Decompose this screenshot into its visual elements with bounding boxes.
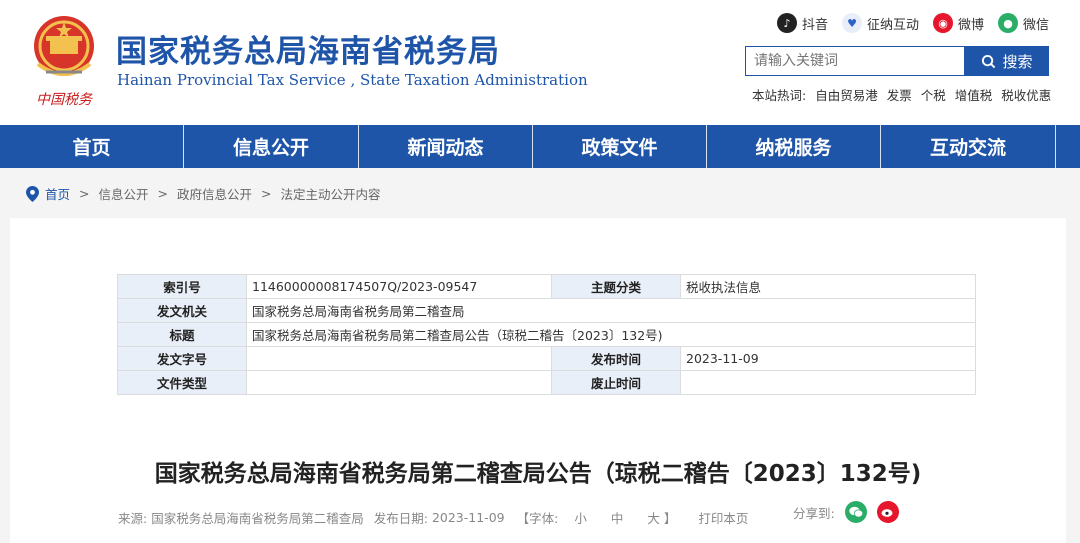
date-value: 2023-11-09	[431, 510, 505, 525]
breadcrumb: 首页 > 信息公开 > 政府信息公开 > 法定主动公开内容	[26, 184, 381, 203]
share-bar: 分享到:	[793, 501, 899, 523]
nav-item-policy[interactable]: 政策文件	[533, 125, 707, 168]
table-row: 标题 国家税务总局海南省税务局第二稽查局公告（琼税二稽告〔2023〕132号)	[117, 322, 976, 347]
font-size-small-button[interactable]: 小	[574, 508, 587, 527]
meta-value: 税收执法信息	[680, 274, 976, 299]
weibo-icon: ◉	[933, 13, 953, 33]
meta-key: 发布时间	[551, 346, 681, 371]
meta-value: 国家税务总局海南省税务局第二稽查局公告（琼税二稽告〔2023〕132号)	[246, 322, 976, 347]
weibo-icon	[881, 509, 893, 517]
table-row: 发文机关 国家税务总局海南省税务局第二稽查局	[117, 298, 976, 323]
breadcrumb-separator: >	[79, 186, 90, 201]
location-pin-icon	[26, 185, 39, 202]
nav-item-home[interactable]: 首页	[0, 125, 184, 168]
hotword-link[interactable]: 税收优惠	[1001, 88, 1051, 103]
nav-item-info-disclosure[interactable]: 信息公开	[184, 125, 359, 168]
source-value: 国家税务总局海南省税务局第二稽查局	[151, 511, 364, 526]
meta-key: 标题	[117, 322, 247, 347]
table-row: 发文字号 发布时间 2023-11-09	[117, 346, 976, 371]
wechat-icon	[849, 506, 863, 518]
social-link-weibo[interactable]: ◉ 微博	[933, 12, 984, 34]
social-label: 微信	[1023, 17, 1050, 33]
tiktok-icon: ♪	[777, 13, 797, 33]
meta-value: 11460000008174507Q/2023-09547	[246, 274, 552, 299]
hotword-link[interactable]: 个税	[921, 88, 946, 103]
content-panel: 索引号 11460000008174507Q/2023-09547 主题分类 税…	[10, 218, 1066, 543]
meta-value: 2023-11-09	[680, 346, 976, 371]
font-size-close: 】	[663, 511, 677, 526]
nav-item-overflow	[1056, 125, 1080, 168]
main-nav: 首页 信息公开 新闻动态 政策文件 纳税服务 互动交流	[0, 125, 1080, 168]
nav-item-tax-service[interactable]: 纳税服务	[707, 125, 881, 168]
search-icon	[982, 54, 996, 68]
breadcrumb-separator: >	[261, 186, 272, 201]
hotword-link[interactable]: 发票	[887, 88, 912, 103]
social-link-interaction[interactable]: ♥ 征纳互动	[842, 12, 919, 34]
meta-key: 索引号	[117, 274, 247, 299]
svg-text:中国税务: 中国税务	[36, 92, 93, 108]
table-row: 文件类型 废止时间	[117, 370, 976, 395]
meta-key: 主题分类	[551, 274, 681, 299]
interaction-icon: ♥	[842, 13, 862, 33]
nav-item-news[interactable]: 新闻动态	[359, 125, 533, 168]
social-label: 征纳互动	[867, 17, 920, 33]
share-wechat-button[interactable]	[844, 501, 867, 523]
font-size-medium-button[interactable]: 中	[611, 508, 624, 527]
share-label: 分享到:	[793, 505, 835, 521]
breadcrumb-home[interactable]: 首页	[45, 184, 70, 203]
article-title: 国家税务总局海南省税务局第二稽查局公告（琼税二稽告〔2023〕132号)	[154, 461, 922, 487]
meta-key: 发文机关	[117, 298, 247, 323]
print-button[interactable]: 打印本页	[698, 508, 748, 527]
source-label: 来源:	[118, 511, 148, 526]
meta-value	[680, 370, 976, 395]
breadcrumb-statutory[interactable]: 法定主动公开内容	[281, 184, 381, 203]
social-label: 微博	[958, 17, 985, 33]
meta-value: 国家税务总局海南省税务局第二稽查局	[246, 298, 976, 323]
social-link-tiktok[interactable]: ♪ 抖音	[777, 12, 828, 34]
search-button[interactable]: 搜索	[965, 46, 1049, 76]
hotword-link[interactable]: 增值税	[955, 88, 993, 103]
document-meta-table: 索引号 11460000008174507Q/2023-09547 主题分类 税…	[117, 274, 976, 395]
social-label: 抖音	[802, 17, 829, 33]
search-button-label: 搜索	[1002, 52, 1033, 71]
hotwords-label: 本站热词:	[752, 88, 807, 103]
meta-key: 发文字号	[117, 346, 247, 371]
table-row: 索引号 11460000008174507Q/2023-09547 主题分类 税…	[117, 274, 976, 299]
social-link-wechat[interactable]: ● 微信	[998, 12, 1049, 34]
hotwords: 本站热词: 自由贸易港 发票 个税 增值税 税收优惠	[752, 85, 1056, 104]
site-header: 中国税务 国家税务总局海南省税务局 Hainan Provincial Tax …	[0, 0, 1080, 125]
meta-key: 废止时间	[551, 370, 681, 395]
search-input[interactable]	[745, 46, 965, 76]
meta-value	[246, 370, 552, 395]
site-subtitle: Hainan Provincial Tax Service , State Ta…	[117, 71, 588, 89]
breadcrumb-info-disclosure[interactable]: 信息公开	[99, 184, 149, 203]
breadcrumb-gov-info[interactable]: 政府信息公开	[177, 184, 252, 203]
site-title: 国家税务总局海南省税务局	[116, 34, 500, 70]
share-weibo-button[interactable]	[876, 501, 899, 523]
meta-value	[246, 346, 552, 371]
wechat-icon: ●	[998, 13, 1018, 33]
nav-item-interaction[interactable]: 互动交流	[881, 125, 1056, 168]
breadcrumb-separator: >	[157, 186, 168, 201]
article-info-bar: 来源: 国家税务总局海南省税务局第二稽查局 发布日期: 2023-11-09 【…	[118, 508, 748, 527]
meta-key: 文件类型	[117, 370, 247, 395]
date-label: 发布日期:	[373, 511, 428, 526]
hotword-link[interactable]: 自由贸易港	[815, 88, 878, 103]
font-size-label: 【字体:	[516, 511, 559, 526]
tax-emblem-logo[interactable]: 中国税务	[28, 12, 100, 110]
font-size-large-button[interactable]: 大	[647, 508, 660, 527]
